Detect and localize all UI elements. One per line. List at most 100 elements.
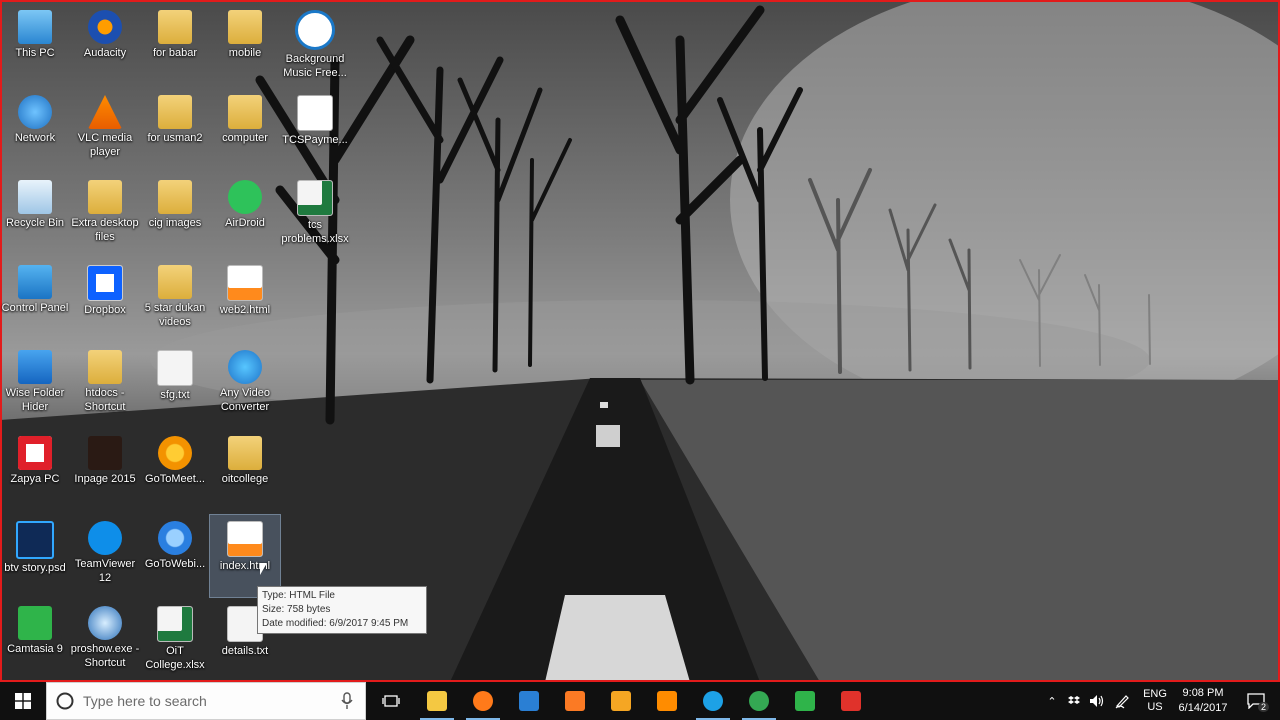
dropbox-tray-icon[interactable] (1064, 682, 1084, 720)
desktop-icon-gotowebi[interactable]: GoToWebi... (140, 515, 210, 597)
camtasia-icon (18, 606, 52, 640)
clock[interactable]: 9:08 PM 6/14/2017 (1174, 682, 1232, 720)
desktop-icon-tcspayme[interactable]: TCSPayme... (280, 89, 350, 171)
desktop-icon-label: proshow.exe - Shortcut (70, 643, 140, 669)
desktop-icon-camtasia-9[interactable]: Camtasia 9 (0, 600, 70, 682)
desktop-icon-background-music-free[interactable]: Background Music Free... (280, 4, 350, 86)
desktop-icon-label: 5 star dukan videos (144, 302, 206, 328)
screen-recorder-icon (841, 691, 861, 711)
inpage-icon (88, 436, 122, 470)
desktop-icon-inpage-2015[interactable]: Inpage 2015 (70, 430, 140, 512)
start-button[interactable] (0, 682, 46, 720)
gotomeeting-icon (158, 436, 192, 470)
vlc-icon (657, 691, 677, 711)
uc-browser-icon (611, 691, 631, 711)
desktop-icon-label: Background Music Free... (283, 53, 347, 79)
xampp-icon (565, 691, 585, 711)
search-box[interactable]: Type here to search (46, 682, 366, 720)
text-file-icon (157, 350, 193, 386)
desktop-icon-extra-desktop-files[interactable]: Extra desktop files (70, 174, 140, 256)
desktop-icon-label: computer (222, 132, 268, 144)
desktop-icon-label: btv story.psd (4, 562, 66, 574)
desktop-icon-audacity[interactable]: Audacity (70, 4, 140, 86)
desktop-icon-tcs-problems-xlsx[interactable]: tcs problems.xlsx (280, 174, 350, 256)
desktop-icon-mobile[interactable]: mobile (210, 4, 280, 86)
desktop-icon-label: Zapya PC (10, 473, 60, 485)
desktop-icon-label: index.html (219, 560, 271, 572)
desktop-icon-btv-story-psd[interactable]: btv story.psd (0, 515, 70, 597)
desktop-icon-label: TeamViewer 12 (74, 558, 136, 584)
taskbar-camtasia-button[interactable] (782, 682, 828, 720)
chrome-icon (749, 691, 769, 711)
desktop-icon-network[interactable]: Network (0, 89, 70, 171)
skype-icon (703, 691, 723, 711)
mouse-cursor (260, 563, 267, 575)
taskbar-vlc-button[interactable] (644, 682, 690, 720)
desktop-icon-computer[interactable]: computer (210, 89, 280, 171)
desktop-icon-control-panel[interactable]: Control Panel (0, 259, 70, 341)
taskbar-uc-browser-button[interactable] (598, 682, 644, 720)
airdroid-icon (228, 180, 262, 214)
desktop-icon-recycle-bin[interactable]: Recycle Bin (0, 174, 70, 256)
notification-count: 2 (1258, 702, 1270, 712)
taskbar-app-button[interactable] (506, 682, 552, 720)
volume-icon[interactable] (1086, 682, 1108, 720)
gotowebinar-icon (158, 521, 192, 555)
tooltip-type: Type: HTML File (262, 590, 335, 601)
input-language-indicator[interactable]: ENG US (1138, 682, 1172, 720)
folder-icon (88, 180, 122, 214)
taskbar-xampp-button[interactable] (552, 682, 598, 720)
file-explorer-icon (427, 691, 447, 711)
desktop-icon-dropbox[interactable]: Dropbox (70, 259, 140, 341)
desktop-icon-label: VLC media player (77, 132, 133, 158)
desktop-icon-5-star-dukan-videos[interactable]: 5 star dukan videos (140, 259, 210, 341)
desktop-icon-label: OiT College.xlsx (145, 645, 205, 671)
show-hidden-icons-button[interactable]: ⌃ (1042, 682, 1062, 720)
desktop-icon-label: Camtasia 9 (7, 643, 63, 655)
pen-workspace-icon[interactable] (1110, 682, 1134, 720)
desktop-icon-oitcollege[interactable]: oitcollege (210, 430, 280, 512)
desktop-icon-sfg-txt[interactable]: sfg.txt (140, 344, 210, 426)
desktop-icon-web2-html[interactable]: web2.html (210, 259, 280, 341)
photoshop-file-icon (16, 521, 54, 559)
task-view-button[interactable] (372, 682, 410, 720)
desktop-icon-zapya-pc[interactable]: Zapya PC (0, 430, 70, 512)
taskbar-chrome-button[interactable] (736, 682, 782, 720)
desktop-icon-index-html[interactable]: index.html (209, 514, 281, 598)
task-view-icon (382, 695, 400, 707)
camtasia-icon (795, 691, 815, 711)
desktop-icon-label: Wise Folder Hider (5, 387, 65, 413)
taskbar-file-explorer-button[interactable] (414, 682, 460, 720)
desktop-icon-gotomeet[interactable]: GoToMeet... (140, 430, 210, 512)
action-center-button[interactable]: 2 (1236, 682, 1276, 720)
desktop-icon-htdocs-shortcut[interactable]: htdocs - Shortcut (70, 344, 140, 426)
desktop-icon-vlc-media-player[interactable]: VLC media player (70, 89, 140, 171)
chevron-up-icon: ⌃ (1047, 695, 1057, 708)
desktop-icon-for-usman2[interactable]: for usman2 (140, 89, 210, 171)
desktop-icon-for-babar[interactable]: for babar (140, 4, 210, 86)
excel-file-icon (297, 180, 333, 216)
desktop-icon-any-video-converter[interactable]: Any Video Converter (210, 344, 280, 426)
desktop-icon-oit-college-xlsx[interactable]: OiT College.xlsx (140, 600, 210, 682)
folder-icon (158, 10, 192, 44)
desktop-icon-label: TCSPayme... (282, 134, 348, 146)
desktop-icon-label: Extra desktop files (71, 217, 139, 243)
desktop-icon-this-pc[interactable]: This PC (0, 4, 70, 86)
folder-icon (158, 95, 192, 129)
microphone-icon[interactable] (341, 692, 353, 710)
desktop-icon-label: Network (14, 132, 56, 144)
clock-date: 6/14/2017 (1178, 702, 1228, 714)
desktop-icon-wise-folder-hider[interactable]: Wise Folder Hider (0, 344, 70, 426)
taskbar-firefox-button[interactable] (460, 682, 506, 720)
taskbar-screen-recorder-button[interactable] (828, 682, 874, 720)
taskbar-skype-button[interactable] (690, 682, 736, 720)
desktop-icon-proshow-exe-shortcut[interactable]: proshow.exe - Shortcut (70, 600, 140, 682)
desktop-icon-airdroid[interactable]: AirDroid (210, 174, 280, 256)
taskbar: Type here to search ⌃ ENG US 9:08 PM 6/1… (0, 682, 1280, 720)
audacity-icon (88, 10, 122, 44)
wise-folder-hider-icon (18, 350, 52, 384)
folder-icon (228, 10, 262, 44)
desktop-icon-teamviewer-12[interactable]: TeamViewer 12 (70, 515, 140, 597)
desktop-icon-label: Inpage 2015 (74, 473, 136, 485)
desktop-icon-cig-images[interactable]: cig images (140, 174, 210, 256)
